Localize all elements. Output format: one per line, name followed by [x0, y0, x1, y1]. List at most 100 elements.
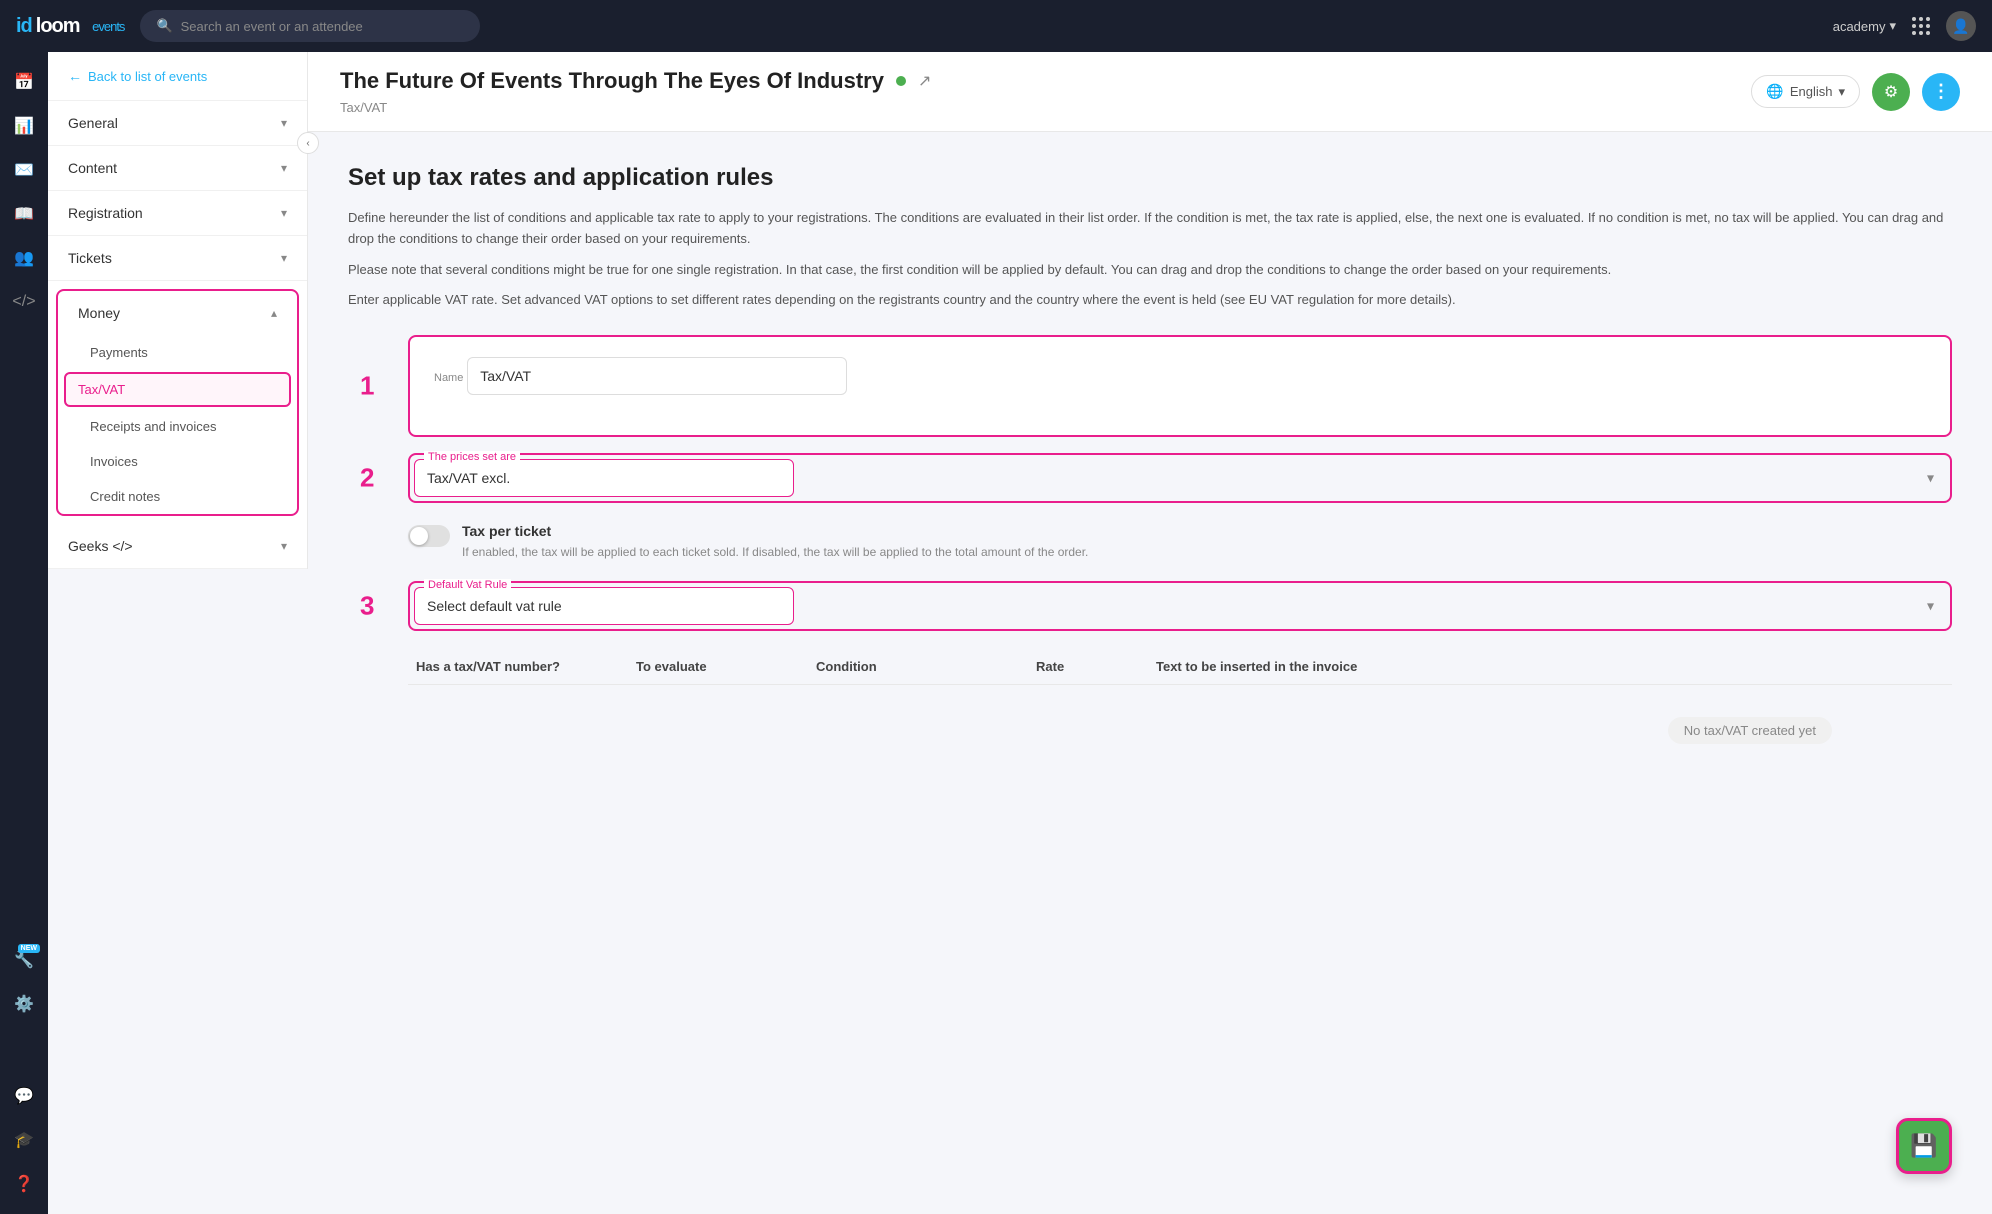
- event-header: The Future Of Events Through The Eyes Of…: [308, 52, 1992, 132]
- academy-menu[interactable]: academy ▾: [1833, 18, 1896, 34]
- nav-item-receipts[interactable]: Receipts and invoices: [58, 409, 297, 444]
- chevron-down-icon: ▾: [281, 161, 287, 175]
- search-bar[interactable]: 🔍: [140, 10, 480, 42]
- prices-select[interactable]: Tax/VAT excl. Tax/VAT incl.: [414, 459, 794, 497]
- table-col-condition: Condition: [808, 659, 1028, 674]
- tax-table-header: Has a tax/VAT number? To evaluate Condit…: [408, 659, 1952, 685]
- name-input[interactable]: [467, 357, 847, 395]
- table-col-evaluate: To evaluate: [628, 659, 808, 674]
- top-navigation: idloom events 🔍 academy ▾ 👤: [0, 0, 1992, 52]
- sidebar-icon-new[interactable]: 🔧 NEW: [6, 942, 42, 978]
- description-3: Enter applicable VAT rate. Set advanced …: [348, 290, 1952, 311]
- nav-group-header-tickets[interactable]: Tickets ▾: [48, 236, 307, 280]
- user-icon: 👤: [1952, 18, 1969, 35]
- nav-group-header-money[interactable]: Money ▴: [58, 291, 297, 335]
- tax-per-ticket-toggle[interactable]: ✕: [408, 525, 450, 547]
- more-options-button[interactable]: ⋮: [1922, 73, 1960, 111]
- sidebar-icon-users[interactable]: 👥: [6, 240, 42, 276]
- nav-group-header-general[interactable]: General ▾: [48, 101, 307, 145]
- name-field-label: Name: [434, 372, 463, 384]
- toggle-knob: [410, 527, 428, 545]
- nav-group-content: Content ▾: [48, 146, 307, 191]
- event-actions: 🌐 English ▾ ⚙ ⋮: [1751, 73, 1960, 111]
- step-1-row: 1 Name: [408, 335, 1952, 437]
- table-col-taxvat: Has a tax/VAT number?: [408, 659, 628, 674]
- gear-icon: ⚙: [1884, 82, 1898, 102]
- vat-rule-select-wrapper: Default Vat Rule Select default vat rule…: [414, 587, 1946, 625]
- sidebar-icon-email[interactable]: ✉️: [6, 152, 42, 188]
- nav-group-header-geeks[interactable]: Geeks </> ▾: [48, 524, 307, 568]
- nav-group-tickets: Tickets ▾: [48, 236, 307, 281]
- toggle-description: If enabled, the tax will be applied to e…: [462, 543, 1088, 561]
- chevron-down-icon: ▾: [281, 116, 287, 130]
- sidebar-icon-settings[interactable]: ⚙️: [6, 986, 42, 1022]
- nav-group-header-registration[interactable]: Registration ▾: [48, 191, 307, 235]
- topnav-right: academy ▾ 👤: [1833, 11, 1976, 41]
- chevron-down-icon: ▾: [1889, 18, 1896, 34]
- chevron-down-icon: ▾: [281, 206, 287, 220]
- search-input[interactable]: [181, 19, 465, 34]
- event-title: The Future Of Events Through The Eyes Of…: [340, 68, 884, 94]
- search-icon: 🔍: [156, 18, 172, 34]
- sidebar-icon-chart[interactable]: 📊: [6, 108, 42, 144]
- vat-rule-select[interactable]: Select default vat rule: [414, 587, 794, 625]
- chevron-down-icon: ▾: [281, 251, 287, 265]
- external-link-icon[interactable]: ↗: [918, 71, 931, 91]
- nav-group-header-content[interactable]: Content ▾: [48, 146, 307, 190]
- sidebar-icon-calendar[interactable]: 📅: [6, 64, 42, 100]
- sidebar-icon-message[interactable]: 💬: [6, 1078, 42, 1114]
- description-1: Define hereunder the list of conditions …: [348, 208, 1952, 250]
- chevron-down-icon: ▾: [281, 539, 287, 553]
- language-button[interactable]: 🌐 English ▾: [1751, 75, 1860, 108]
- form-container: 1 Name 2 The prices set are: [348, 335, 1952, 744]
- nav-sidebar-wrapper: ← Back to list of events General ▾ Conte…: [48, 52, 308, 1214]
- chevron-up-icon: ▴: [271, 306, 277, 320]
- globe-icon: 🌐: [1766, 83, 1783, 100]
- step-1-box: Name: [408, 335, 1952, 437]
- icon-sidebar: 📅 📊 ✉️ 📖 👥 </> 🔧 NEW ⚙️ 💬 🎓 ❓: [0, 52, 48, 1214]
- prices-select-wrapper: The prices set are Tax/VAT excl. Tax/VAT…: [414, 459, 1946, 497]
- main-content: Set up tax rates and application rules D…: [308, 132, 1992, 1214]
- step-2-box: The prices set are Tax/VAT excl. Tax/VAT…: [408, 453, 1952, 503]
- save-button[interactable]: 💾: [1896, 1118, 1952, 1174]
- back-to-list-link[interactable]: ← Back to list of events: [48, 52, 307, 101]
- nav-item-creditnotes[interactable]: Credit notes: [58, 479, 297, 514]
- step-3-box: Default Vat Rule Select default vat rule…: [408, 581, 1952, 631]
- nav-group-money: Money ▴ Payments Tax/VAT Receipts and in…: [56, 289, 299, 516]
- nav-item-payments[interactable]: Payments: [58, 335, 297, 370]
- nav-sidebar: ← Back to list of events General ▾ Conte…: [48, 52, 308, 569]
- prices-field-label: The prices set are: [424, 451, 520, 463]
- event-subtitle: Tax/VAT: [340, 100, 931, 115]
- user-avatar[interactable]: 👤: [1946, 11, 1976, 41]
- no-tax-message: No tax/VAT created yet: [408, 701, 1952, 744]
- nav-item-taxvat[interactable]: Tax/VAT: [64, 372, 291, 407]
- table-col-invoice-text: Text to be inserted in the invoice: [1148, 659, 1952, 674]
- sidebar-icon-hat[interactable]: 🎓: [6, 1122, 42, 1158]
- back-arrow-icon: ←: [68, 68, 82, 84]
- nav-group-registration: Registration ▾: [48, 191, 307, 236]
- sidebar-icon-help[interactable]: ❓: [6, 1166, 42, 1202]
- settings-button[interactable]: ⚙: [1872, 73, 1910, 111]
- step-3-label: 3: [360, 591, 374, 622]
- content-area: The Future Of Events Through The Eyes Of…: [308, 52, 1992, 1214]
- table-col-rate: Rate: [1028, 659, 1148, 674]
- sidebar-icon-code[interactable]: </>: [6, 284, 42, 320]
- chevron-down-icon: ▾: [1838, 84, 1845, 100]
- event-title-area: The Future Of Events Through The Eyes Of…: [340, 68, 931, 115]
- select-arrow-icon: ▾: [1927, 470, 1934, 487]
- nav-item-invoices[interactable]: Invoices: [58, 444, 297, 479]
- more-icon: ⋮: [1932, 81, 1950, 102]
- description-2: Please note that several conditions migh…: [348, 260, 1952, 281]
- no-tax-badge: No tax/VAT created yet: [1668, 717, 1832, 744]
- nav-group-general: General ▾: [48, 101, 307, 146]
- page-title: Set up tax rates and application rules: [348, 164, 1952, 192]
- step-3-row: 3 Default Vat Rule Select default vat ru…: [408, 581, 1952, 631]
- tax-per-ticket-row: ✕ Tax per ticket If enabled, the tax wil…: [408, 523, 1952, 561]
- apps-grid-icon[interactable]: [1912, 17, 1930, 35]
- step-2-row: 2 The prices set are Tax/VAT excl. Tax/V…: [408, 453, 1952, 503]
- collapse-sidebar-button[interactable]: ‹: [297, 132, 319, 154]
- sidebar-icon-book[interactable]: 📖: [6, 196, 42, 232]
- select-arrow-icon: ▾: [1927, 598, 1934, 615]
- step-2-label: 2: [360, 463, 374, 494]
- save-icon: 💾: [1910, 1133, 1937, 1159]
